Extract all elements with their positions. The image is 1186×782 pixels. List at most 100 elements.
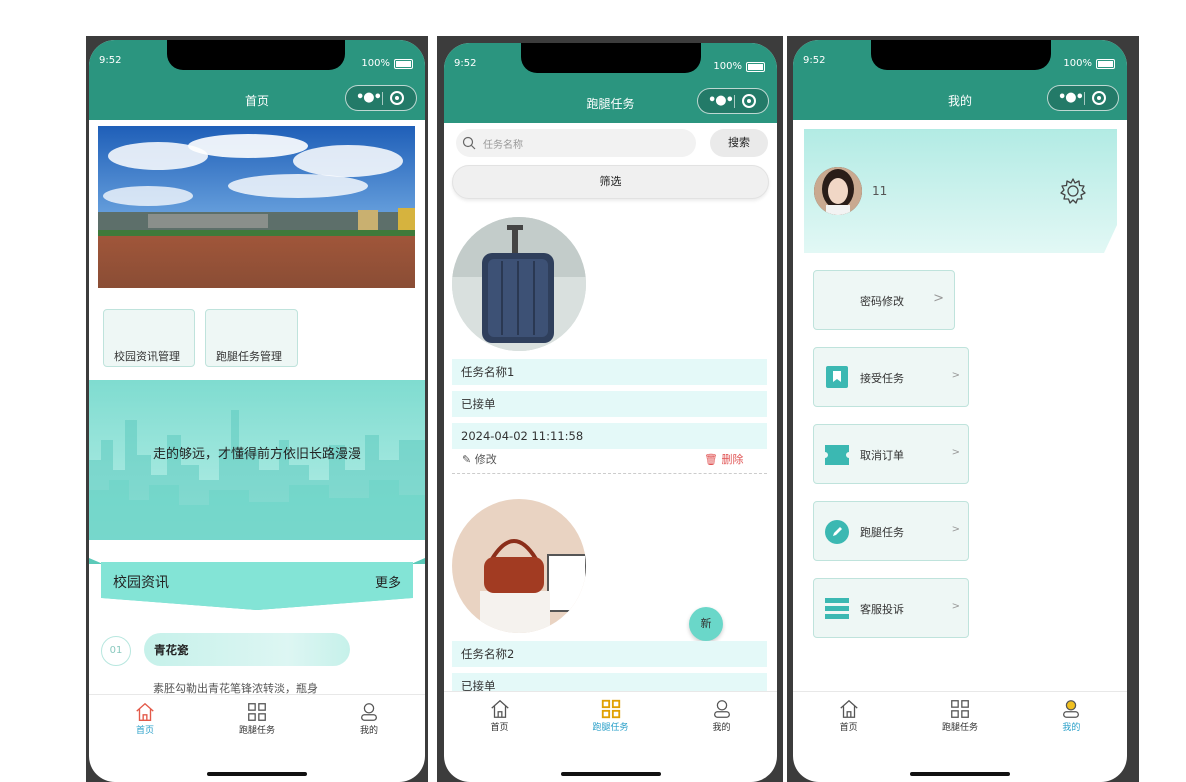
- news-item-title-pill: 青花瓷: [144, 633, 350, 666]
- tab-bar: 首页 跑腿任务 我的: [793, 691, 1127, 748]
- close-target-icon[interactable]: [390, 91, 404, 105]
- avatar[interactable]: [814, 167, 862, 215]
- gear-icon[interactable]: [1058, 176, 1088, 206]
- tab-errand[interactable]: 跑腿任务: [555, 692, 666, 748]
- tab-errand[interactable]: 跑腿任务: [904, 692, 1015, 748]
- news-more-link[interactable]: 更多: [375, 572, 401, 591]
- phone-mine: 9:52 100% 我的 •●• 11 密码修改 > 接受任务 > 取消订单 >…: [793, 40, 1127, 782]
- password-change-label: 密码修改: [860, 295, 904, 308]
- tab-mine[interactable]: 我的: [313, 695, 425, 751]
- battery-icon: [394, 58, 413, 69]
- tab-errand-label: 跑腿任务: [238, 726, 275, 736]
- tab-mine[interactable]: 我的: [666, 692, 777, 748]
- tab-errand-label: 跑腿任务: [592, 723, 629, 733]
- tab-bar: 首页 跑腿任务 我的: [444, 691, 777, 748]
- errand-task-button[interactable]: 跑腿任务 >: [813, 501, 969, 561]
- task-time: 2024-04-02 11:11:58: [452, 423, 767, 449]
- grid-icon: [951, 700, 969, 718]
- search-button[interactable]: 搜索: [710, 129, 768, 157]
- status-time: 9:52: [454, 58, 477, 69]
- list-icon: [825, 598, 849, 619]
- chevron-right-icon: >: [951, 601, 960, 612]
- edit-button[interactable]: ✎ 修改: [462, 451, 497, 467]
- cancel-order-button[interactable]: 取消订单 >: [813, 424, 969, 484]
- home-indicator: [910, 772, 1010, 776]
- battery-level: 100%: [361, 58, 390, 69]
- task-name: 任务名称1: [452, 359, 767, 385]
- notch: [521, 43, 701, 73]
- avatar-portrait: [814, 167, 862, 215]
- pencil-circle-icon: [825, 520, 849, 544]
- tab-home[interactable]: 首页: [793, 692, 904, 748]
- slogan-banner: 走的够远，才懂得前方依旧长路漫漫: [89, 380, 425, 540]
- phone-errand-tasks: 9:52 100% 跑腿任务 •●• 任务名称 搜索 筛选 任务名称1 已接单 …: [444, 43, 777, 782]
- customer-complaint-button[interactable]: 客服投诉 >: [813, 578, 969, 638]
- task-image-handbag: [452, 499, 586, 633]
- ticket-icon: [825, 445, 849, 465]
- errand-task-admin-button[interactable]: 跑腿任务管理: [205, 309, 298, 367]
- mini-program-capsule[interactable]: •●•: [1047, 85, 1119, 111]
- notch: [167, 40, 345, 70]
- user-icon: [713, 700, 730, 718]
- grid-icon: [601, 699, 620, 719]
- news-item-index: 01: [101, 636, 131, 666]
- task-card[interactable]: 新 任务名称2 已接单: [444, 495, 777, 705]
- campus-banner-illustration: [98, 126, 415, 288]
- phone-home: 9:52 100% 首页 •●• 校园资讯管理 跑腿任务管理 走的够远，才懂得前…: [89, 40, 425, 782]
- task-image-suitcase: [452, 217, 586, 351]
- battery-icon: [746, 61, 765, 72]
- tab-home-label: 首页: [839, 723, 858, 733]
- tab-errand[interactable]: 跑腿任务: [201, 695, 313, 751]
- cancel-order-label: 取消订单: [860, 449, 904, 462]
- pencil-icon: ✎: [462, 453, 472, 466]
- errand-task-admin-label: 跑腿任务管理: [216, 350, 282, 363]
- news-item-title: 青花瓷: [154, 643, 189, 657]
- news-section-header: 校园资讯 更多: [89, 558, 425, 610]
- profile-header: 11: [804, 129, 1117, 253]
- home-icon: [490, 699, 509, 718]
- task-name: 任务名称2: [452, 641, 767, 667]
- battery-icon: [1096, 58, 1115, 69]
- tab-errand-label: 跑腿任务: [941, 723, 978, 733]
- home-indicator: [560, 772, 661, 776]
- errand-task-label: 跑腿任务: [860, 526, 904, 539]
- trash-icon: 🗑: [704, 453, 718, 466]
- suitcase-illustration: [452, 217, 586, 351]
- news-list-item[interactable]: 01 青花瓷 素胚勾勒出青花笔锋浓转淡，瓶身: [89, 630, 425, 695]
- tab-mine-label: 我的: [359, 726, 378, 736]
- mini-program-capsule[interactable]: •●•: [697, 88, 769, 114]
- customer-complaint-label: 客服投诉: [860, 603, 904, 616]
- battery-indicator: 100%: [361, 58, 413, 69]
- more-dots-icon[interactable]: •●•: [356, 91, 382, 104]
- accept-task-button[interactable]: 接受任务 >: [813, 347, 969, 407]
- tab-home[interactable]: 首页: [444, 692, 555, 748]
- tab-bar: 首页 跑腿任务 我的: [89, 694, 425, 751]
- username: 11: [872, 184, 888, 198]
- notch: [871, 40, 1051, 70]
- delete-button[interactable]: 🗑 删除: [704, 451, 743, 467]
- filter-button[interactable]: 筛选: [452, 165, 769, 199]
- add-new-fab[interactable]: 新: [689, 607, 723, 641]
- banner-image[interactable]: [98, 126, 415, 288]
- delete-label: 删除: [721, 453, 744, 466]
- chevron-right-icon: >: [933, 291, 944, 306]
- task-status: 已接单: [452, 391, 767, 417]
- more-dots-icon[interactable]: •●•: [708, 94, 734, 107]
- close-target-icon[interactable]: [742, 94, 756, 108]
- chevron-right-icon: >: [951, 370, 960, 381]
- search-input[interactable]: 任务名称: [456, 129, 696, 157]
- campus-news-admin-label: 校园资讯管理: [114, 350, 180, 363]
- grid-icon: [248, 703, 266, 721]
- password-change-button[interactable]: 密码修改 >: [813, 270, 955, 330]
- accept-task-label: 接受任务: [860, 372, 904, 385]
- mini-program-capsule[interactable]: •●•: [345, 85, 417, 111]
- task-card[interactable]: 任务名称1 已接单 2024-04-02 11:11:58 ✎ 修改 🗑 删除: [444, 213, 777, 475]
- tab-home[interactable]: 首页: [89, 695, 201, 751]
- tab-mine[interactable]: 我的: [1016, 692, 1127, 748]
- news-section-title: 校园资讯: [113, 575, 169, 591]
- tab-home-label: 首页: [135, 726, 154, 736]
- campus-news-admin-button[interactable]: 校园资讯管理: [103, 309, 195, 367]
- close-target-icon[interactable]: [1092, 91, 1106, 105]
- home-indicator: [207, 772, 307, 776]
- more-dots-icon[interactable]: •●•: [1058, 91, 1084, 104]
